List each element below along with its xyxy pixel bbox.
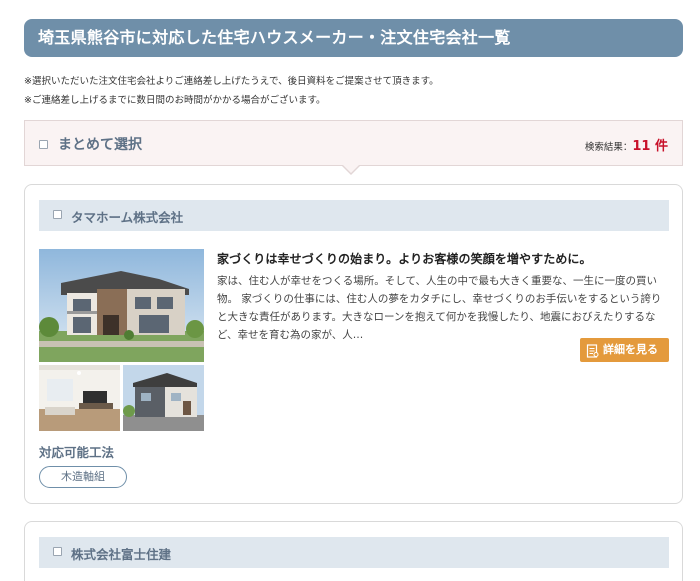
company-header: タマホーム株式会社 — [39, 200, 669, 231]
company-name[interactable]: タマホーム株式会社 — [71, 207, 183, 226]
pointer-arrow-fill — [343, 165, 359, 173]
company-card: タマホーム株式会社 家づくりは幸せづくりの始まり。よりお客様の笑顔を増やすために… — [24, 184, 683, 504]
interior-photo — [39, 365, 120, 431]
note-line: ※選択いただいた注文住宅会社よりご連絡差し上げたうえで、後日資料をご提案させて頂… — [24, 76, 439, 87]
detail-button[interactable]: 詳細を見る — [580, 338, 669, 362]
search-result-label: 検索結果： — [584, 142, 633, 153]
result-count-value: 11 — [632, 139, 651, 154]
detail-button-label: 詳細を見る — [603, 343, 658, 356]
select-all-label[interactable]: まとめて選択 — [58, 134, 142, 154]
interior-image — [39, 365, 120, 431]
house-exterior-image-2 — [123, 365, 204, 431]
company-name[interactable]: 株式会社富士住建 — [71, 544, 171, 563]
search-result-count: 11 件 — [632, 139, 668, 154]
result-count-unit: 件 — [654, 139, 668, 154]
page-title: 埼玉県熊谷市に対応した住宅ハウスメーカー・注文住宅会社一覧 — [24, 19, 683, 57]
methods-title: 対応可能工法 — [39, 445, 115, 460]
company-header: 株式会社富士住建 — [39, 537, 669, 568]
company-headline: 家づくりは幸せづくりの始まり。よりお客様の笑顔を増やすために。 — [217, 252, 592, 266]
company-description: 家は、住む人が幸せをつくる場所。そして、人生の中で最も大きく重要な、一生に一度の… — [217, 275, 662, 341]
method-tag: 木造軸組 — [39, 466, 127, 488]
document-icon — [586, 343, 599, 367]
note-line: ※ご連絡差し上げるまでに数日間のお時間がかかる場合がございます。 — [24, 95, 326, 106]
house-exterior-photo-2 — [123, 365, 204, 431]
house-exterior-photo — [39, 249, 204, 362]
company-checkbox[interactable] — [53, 547, 62, 556]
notes: ※選択いただいた注文住宅会社よりご連絡差し上げたうえで、後日資料をご提案させて頂… — [24, 72, 439, 110]
select-all-bar: まとめて選択 検索結果：11 件 — [24, 120, 683, 166]
search-result: 検索結果：11 件 — [585, 135, 668, 154]
company-checkbox[interactable] — [53, 210, 62, 219]
house-exterior-image — [39, 249, 204, 362]
company-card: 株式会社富士住建 — [24, 521, 683, 581]
select-all-checkbox[interactable] — [39, 140, 48, 149]
